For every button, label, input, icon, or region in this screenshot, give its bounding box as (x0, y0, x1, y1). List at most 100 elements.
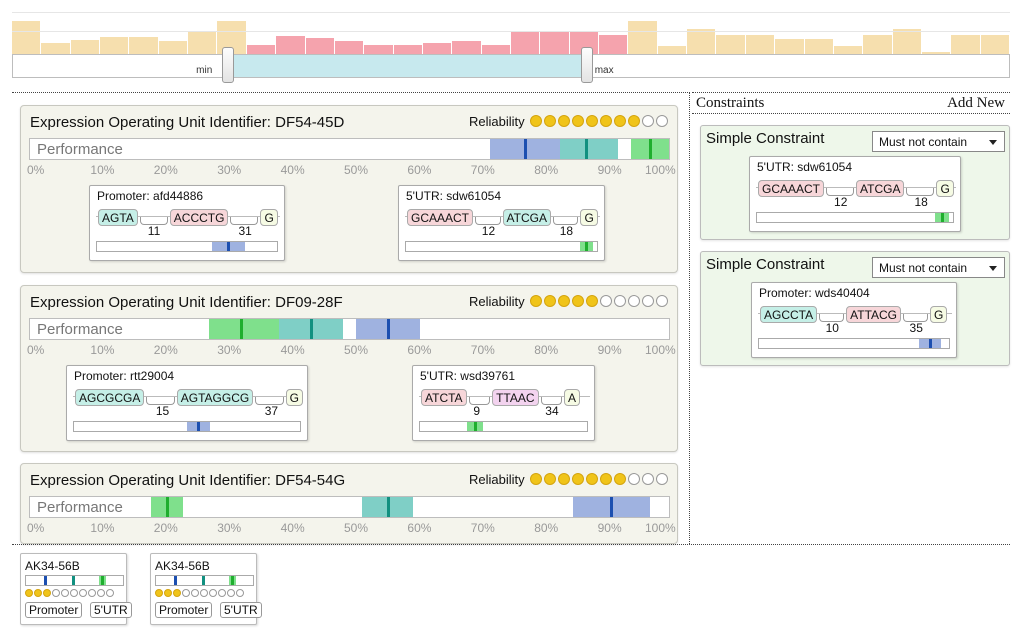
sequence-token[interactable]: AGTAGGCG (176, 388, 254, 406)
performance-label: Performance (37, 321, 123, 338)
axis-tick-label: 40% (280, 163, 305, 177)
performance-bar[interactable]: Performance (29, 318, 670, 340)
reliability-dot-filled (34, 589, 42, 597)
gap-spacer: 18 (551, 208, 581, 238)
saved-eou-card[interactable]: AK34-56B Promoter 5'UTR (20, 553, 132, 625)
histogram-bar (804, 38, 833, 54)
sequence-token[interactable]: TTAAC (492, 388, 539, 406)
axis-tick-label: 10% (90, 521, 115, 535)
sequence-token[interactable]: G (936, 179, 954, 197)
sequence-token[interactable]: A (564, 388, 581, 406)
gap-length: 11 (147, 224, 161, 238)
part-card[interactable]: Promoter: wds40404 AGCCTA 10 ATTACG 35 G (751, 282, 957, 358)
sequence-token[interactable]: G (260, 208, 278, 226)
part-card[interactable]: 5'UTR: wsd39761 ATCTA 9 TTAAC 34 A (412, 365, 595, 441)
gap-length: 18 (914, 195, 928, 209)
part-card[interactable]: 5'UTR: sdw61054 GCAAACT 12 ATCGA 18 G (749, 156, 961, 232)
part-performance-bar (96, 241, 278, 252)
part-performance-bar (756, 212, 954, 223)
sequence-token[interactable]: ATCTA (421, 388, 467, 406)
axis-tick-label: 90% (597, 163, 622, 177)
sequence-token[interactable]: ATCGA (502, 208, 551, 226)
teal-mean-tick (201, 576, 205, 585)
performance-bar[interactable]: Performance (29, 138, 670, 160)
eou-title: Expression Operating Unit Identifier: DF… (30, 294, 343, 311)
reliability-dot-empty (236, 589, 244, 597)
blue-mean-tick (524, 139, 528, 159)
sequence-row: AGTA 11 ACCCTG 31 G (96, 208, 280, 238)
reliability-dot-empty (106, 589, 114, 597)
reliability-dot-empty (656, 115, 668, 127)
part-title: Promoter: wds40404 (759, 286, 870, 300)
part-performance-bar (73, 421, 301, 432)
histogram-bar (276, 36, 305, 54)
sequence-token[interactable]: GCAAACT (407, 208, 474, 226)
constraint-type-select[interactable]: Must not contain (872, 257, 1005, 278)
part-performance-bar (419, 421, 588, 432)
axis-tick-label: 60% (407, 163, 432, 177)
performance-histogram (12, 12, 1010, 54)
gap-spacer: 34 (539, 388, 565, 418)
constraints-title: Constraints (696, 95, 765, 111)
histogram-mid-rule (12, 31, 1010, 32)
gap-length: 15 (155, 404, 170, 418)
part-type-tag[interactable]: 5'UTR (220, 602, 262, 618)
axis-tick-label: 20% (153, 343, 178, 357)
reliability-rating (530, 473, 668, 485)
part-card[interactable]: Promoter: afd44886 AGTA 11 ACCCTG 31 G (89, 185, 285, 261)
histogram-bar (12, 21, 41, 54)
green-mean-tick (100, 576, 104, 585)
histogram-bar (481, 44, 510, 54)
reliability-dot-filled (530, 295, 542, 307)
reliability-dot-filled (572, 295, 584, 307)
teal-mean-tick (71, 576, 75, 585)
axis-tick-label: 90% (597, 521, 622, 535)
gap-length: 12 (481, 224, 496, 238)
sequence-token[interactable]: GCAAACT (758, 179, 825, 197)
range-slider[interactable]: min max (12, 47, 1010, 83)
reliability-dot-filled (572, 115, 584, 127)
sequence-token[interactable]: G (285, 388, 303, 406)
divider-vertical (689, 92, 690, 544)
sequence-token[interactable]: G (580, 208, 598, 226)
range-max-handle[interactable] (580, 47, 593, 83)
reliability-dot-empty (218, 589, 226, 597)
card-performance-bar (25, 575, 124, 586)
performance-axis: 0% 10% 20% 30% 40% 50% 60% 70% 80% 90% 100% (27, 163, 676, 177)
part-title: 5'UTR: wsd39761 (420, 369, 516, 383)
axis-tick-label: 80% (534, 343, 559, 357)
histogram-bar (334, 41, 364, 54)
sequence-token[interactable]: G (930, 305, 948, 323)
gap-length: 31 (238, 224, 252, 238)
sequence-token[interactable]: AGCGCGA (75, 388, 145, 406)
card-title: AK34-56B (25, 559, 80, 573)
axis-tick-label: 50% (344, 163, 369, 177)
saved-eou-card[interactable]: AK34-56B Promoter 5'UTR (150, 553, 262, 625)
constraint-panel: Simple Constraint Must not contain 5'UTR: … (700, 125, 1010, 240)
constraint-type-select[interactable]: Must not contain (872, 131, 1005, 152)
part-card[interactable]: 5'UTR: sdw61054 GCAAACT 12 ATCGA 18 G (398, 185, 605, 261)
sequence-token[interactable]: AGCCTA (760, 305, 818, 323)
performance-label: Performance (37, 141, 123, 158)
eou-panel: Expression Operating Unit Identifier: DF… (20, 105, 678, 273)
part-type-tag[interactable]: 5'UTR (90, 602, 132, 618)
histogram-bar (540, 32, 569, 54)
sequence-token[interactable]: AGTA (98, 208, 138, 226)
part-type-tag[interactable]: Promoter (155, 602, 213, 618)
add-new-link[interactable]: Add New (947, 95, 1005, 112)
sequence-token[interactable]: ATCGA (856, 179, 905, 197)
axis-tick-label: 50% (344, 343, 369, 357)
reliability-dot-empty (227, 589, 235, 597)
range-selection[interactable] (230, 55, 581, 77)
performance-bar[interactable]: Performance (29, 496, 670, 518)
reliability-dot-empty (642, 473, 654, 485)
part-type-tag[interactable]: Promoter (25, 602, 83, 618)
sequence-token[interactable]: ACCCTG (169, 208, 229, 226)
sequence-token[interactable]: ATTACG (846, 305, 902, 323)
part-card[interactable]: Promoter: rtt29004 AGCGCGA 15 AGTAGGCG 37 G (66, 365, 308, 441)
range-min-handle[interactable] (222, 47, 235, 83)
gap-spacer: 37 (253, 388, 285, 418)
histogram-bar (657, 45, 687, 54)
reliability-dot-filled (544, 473, 556, 485)
card-reliability-rating (25, 589, 114, 597)
